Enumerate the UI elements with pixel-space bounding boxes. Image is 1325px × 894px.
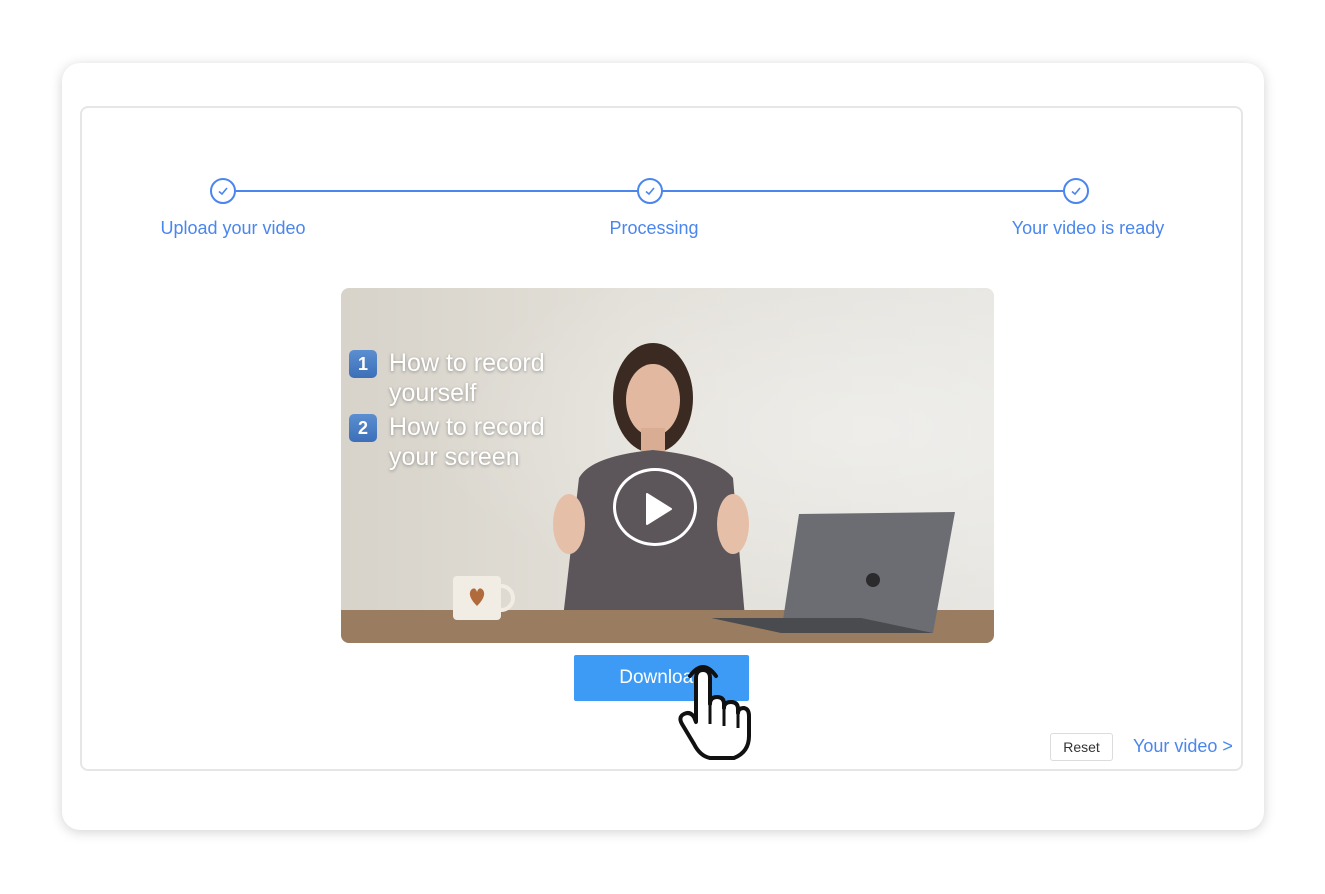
video-overlay-list: 1 How to record yourself 2 How to record… xyxy=(349,348,579,476)
step-complete-icon xyxy=(210,178,236,204)
your-video-link[interactable]: Your video > xyxy=(1133,736,1233,757)
hand-pointer-icon xyxy=(678,665,751,760)
play-icon xyxy=(646,493,672,525)
overlay-item-text: How to record yourself xyxy=(389,349,545,407)
stepper-connector xyxy=(236,190,638,192)
video-preview[interactable]: 1 How to record yourself 2 How to record… xyxy=(341,288,994,643)
number-badge: 1 xyxy=(349,350,377,378)
step-label-processing: Processing xyxy=(609,218,699,238)
overlay-item: 1 How to record yourself xyxy=(349,348,579,408)
play-button[interactable] xyxy=(613,468,697,546)
stepper-connector xyxy=(662,190,1063,192)
step-label-ready: Your video is ready xyxy=(1011,218,1165,238)
step-complete-icon xyxy=(637,178,663,204)
number-badge: 2 xyxy=(349,414,377,442)
step-label-upload: Upload your video xyxy=(160,218,306,238)
step-complete-icon xyxy=(1063,178,1089,204)
overlay-item: 2 How to record your screen xyxy=(349,412,579,472)
reset-button[interactable]: Reset xyxy=(1050,733,1113,761)
overlay-item-text: How to record your screen xyxy=(389,413,545,471)
